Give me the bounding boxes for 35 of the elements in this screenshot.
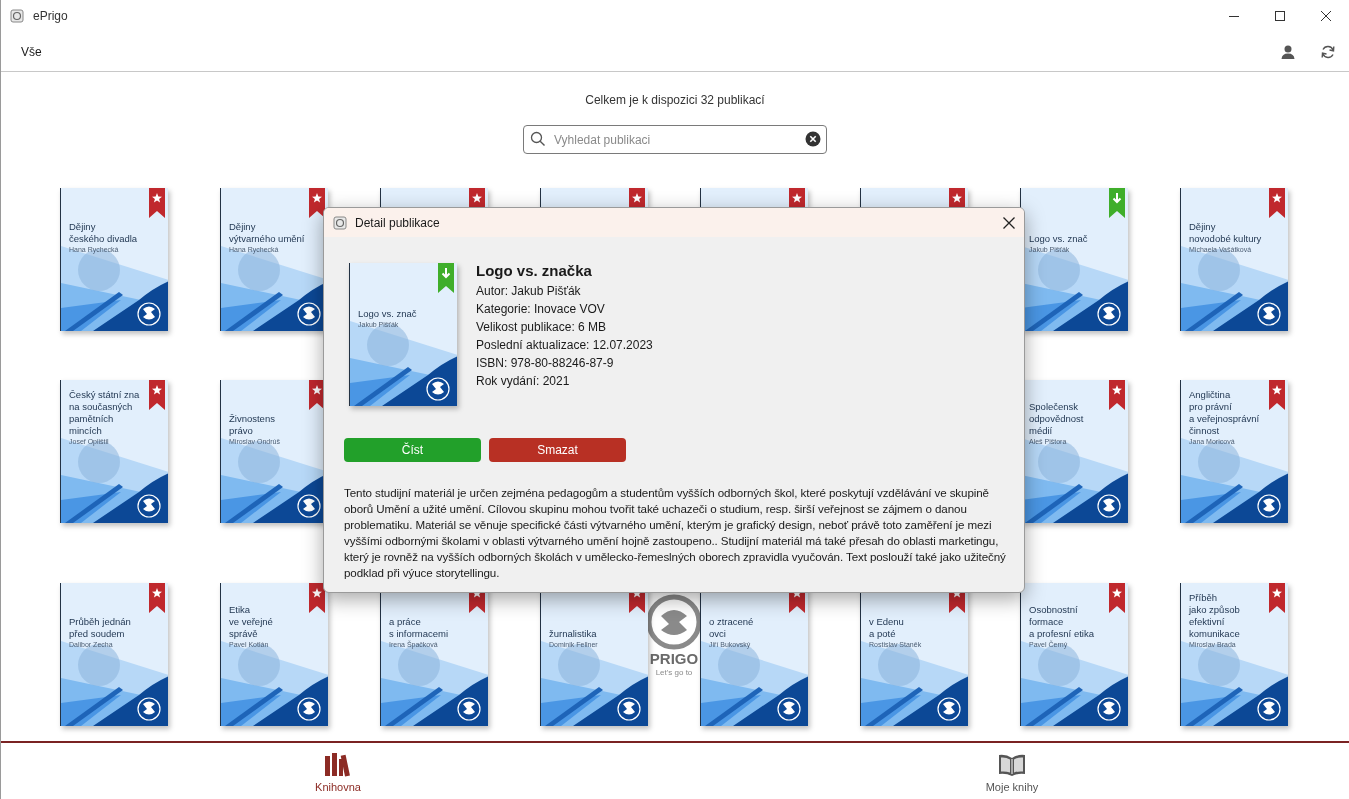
detail-text: Autor: Jakub Pišťák	[476, 283, 582, 300]
cover-title: Český státní zna na současných pamětních mincích	[69, 389, 141, 437]
nav-tab[interactable]: Moje knihy	[675, 743, 1349, 799]
cover-title: Osobnostní formace a profesní etika	[1029, 604, 1095, 640]
publication-count: Celkem je k dispozici 32 publikací	[585, 92, 765, 109]
detail-text: Velikost publikace: 6 MB	[476, 319, 608, 336]
cover-title: Průběh jednán před soudem	[69, 616, 132, 640]
publication-title: Logo vs. značka	[476, 262, 593, 280]
cover-title: Logo vs. znač	[358, 308, 418, 320]
cover-title: Společensk odpovědnost médií	[1029, 401, 1085, 437]
description-text: Tento studijní materiál je určen zejména pedagogům a studentům vyšších odborných škol, které poskytují vzdělávání ve skupině oborů Umění a užité umění. Cílovou skupinu mohou tvořit také uchazeči o studium, resp. širší veřejnost se zájmem o danou problematiku. Materiál se věnuje specifické části výtvarného umění, kterým je grafický design, neboť právě toto zaměření je mezi vyššími odbornými školami v oblasti výtvarného umění hojně zastoupeno.. Studijní materiál má také přesah do oblasti marketingu, který je rovněž na vyšších odborných školách v umělecko-řemeslných oborech zpravidla vyučován. Text poslouží také jako užitečný podklad při výuce storytellingu.	[344, 485, 1007, 581]
cover-title: o ztracené ovci	[709, 616, 755, 640]
cover-title: a práce s informacemi	[389, 616, 450, 640]
cover-title: Příběh jako způsob efektivní komunikace	[1189, 592, 1241, 640]
cover-title: Živnostens právo	[229, 413, 276, 437]
filter-label[interactable]: Vše	[21, 42, 42, 61]
cover-title: žurnalistika	[549, 628, 598, 640]
cover-title: Etika ve veřejné správě	[229, 604, 274, 640]
window-title: ePrigo	[33, 8, 68, 25]
cover-title: v Edenu a poté	[869, 616, 905, 640]
delete-button[interactable]: Smazat	[489, 438, 626, 462]
detail-text: Poslední aktualizace: 12.07.2023	[476, 337, 653, 354]
dialog-title: Detail publikace	[355, 214, 440, 232]
detail-text: Kategorie: Inovace VOV	[476, 301, 606, 318]
search-field[interactable]: Vyhledat publikaci	[523, 125, 827, 154]
detail-text: Rok vydání: 2021	[476, 373, 571, 390]
cover-title: Dějiny českého divadla	[69, 221, 139, 245]
cover-title: Dějiny novodobé kultury	[1189, 221, 1263, 245]
logo-tagline: Let's go to	[655, 668, 693, 678]
logo-name: PRIGO	[649, 650, 699, 668]
nav-tab[interactable]: Knihovna	[1, 743, 675, 799]
cover-title: Logo vs. znač	[1029, 233, 1089, 245]
detail-text: ISBN: 978-80-88246-87-9	[476, 355, 615, 372]
cover-title: Dějiny výtvarného umění	[229, 221, 306, 245]
cover-title: Angličtina pro právní a veřejnosprávní činnost	[1189, 389, 1261, 437]
